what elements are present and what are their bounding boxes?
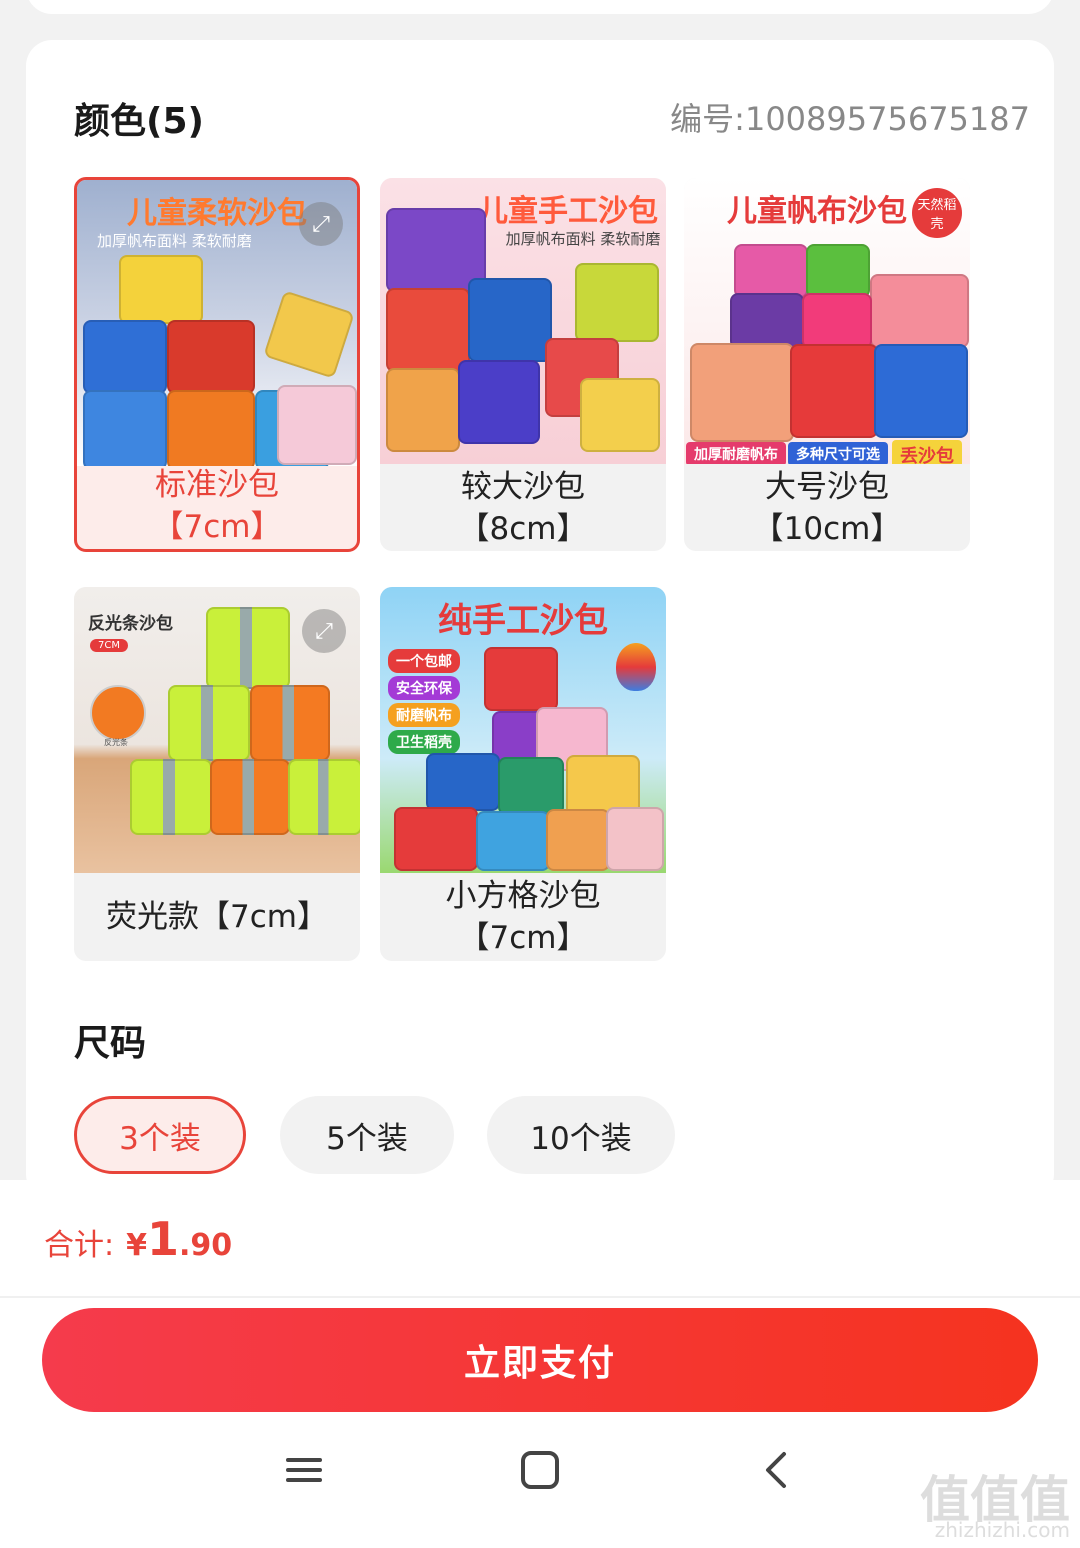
product-cube	[476, 811, 550, 871]
product-cube	[874, 344, 968, 438]
product-cube	[458, 360, 540, 444]
total-price: 合计: ¥ 1 .90	[44, 1212, 232, 1266]
color-option-checkered[interactable]: 纯手工沙包 一个包邮 安全环保 耐磨帆布 卫生稻壳 小方格沙包 【7cm】	[380, 587, 666, 961]
natural-badge: 天然稻壳	[912, 188, 962, 238]
previous-card-edge	[26, 0, 1054, 14]
product-cube	[386, 368, 460, 452]
total-label: 合计:	[44, 1228, 115, 1263]
product-cube	[386, 288, 470, 372]
product-cube	[394, 807, 478, 871]
option-thumbnail: 儿童柔软沙包 加厚帆布面料 柔软耐磨 ⤢	[77, 180, 357, 466]
pay-now-button[interactable]: 立即支付	[42, 1308, 1038, 1412]
product-cube	[83, 320, 167, 394]
feature-tag: 一个包邮	[388, 649, 460, 673]
option-label: 较大沙包 【8cm】	[458, 468, 588, 547]
size-option-10-pack[interactable]: 10个装	[487, 1096, 675, 1174]
reflective-strip-closeup	[90, 685, 146, 741]
product-cube	[606, 807, 664, 871]
product-cube	[734, 244, 808, 298]
price-integer: 1	[146, 1212, 179, 1266]
feature-tag: 耐磨帆布	[388, 703, 460, 727]
hot-air-balloon	[616, 643, 656, 691]
closeup-note: 反光条	[104, 738, 128, 747]
product-cube	[426, 753, 500, 811]
option-label: 标准沙包 【7cm】	[152, 467, 282, 545]
thumb-title: 反光条沙包	[88, 614, 173, 634]
option-thumbnail: 反光条沙包 7CM 反光条 ⤢	[74, 587, 360, 873]
color-option-standard[interactable]: 儿童柔软沙包 加厚帆布面料 柔软耐磨 ⤢ 标准沙包 【7cm】	[74, 177, 360, 552]
option-thumbnail: 纯手工沙包 一个包邮 安全环保 耐磨帆布 卫生稻壳	[380, 587, 666, 873]
color-section-title: 颜色(5)	[74, 101, 204, 142]
watermark-url: zhizhizhi.com	[934, 1518, 1070, 1542]
product-cube	[263, 290, 355, 379]
feature-tag: 多种尺寸可选	[788, 442, 888, 464]
color-option-large[interactable]: 儿童帆布沙包 天然稻壳 加厚耐磨帆布 多种尺寸可选 丢沙包 大号沙包 【10cm…	[684, 178, 970, 551]
feature-tag: 加厚耐磨帆布	[686, 442, 786, 464]
divider	[0, 1296, 1080, 1298]
product-cube	[83, 390, 167, 466]
size-option-3-pack[interactable]: 3个装	[74, 1096, 246, 1174]
product-cube	[288, 759, 360, 835]
product-cube	[210, 759, 290, 835]
feature-tag: 丢沙包	[892, 440, 962, 464]
product-cube	[575, 263, 659, 342]
thumb-subtitle: 加厚帆布面料 柔软耐磨	[505, 230, 661, 248]
size-option-5-pack[interactable]: 5个装	[280, 1096, 454, 1174]
menu-icon[interactable]	[284, 1450, 324, 1494]
thumb-title: 儿童手工沙包	[478, 194, 658, 229]
size-badge: 7CM	[90, 639, 128, 652]
product-cube	[806, 244, 870, 298]
option-thumbnail: 儿童帆布沙包 天然稻壳 加厚耐磨帆布 多种尺寸可选 丢沙包	[684, 178, 970, 464]
product-cube	[277, 385, 357, 465]
product-cube	[790, 344, 878, 438]
product-cube	[802, 293, 872, 349]
product-cube	[498, 757, 564, 815]
expand-icon[interactable]: ⤢	[302, 609, 346, 653]
product-cube	[690, 343, 794, 442]
currency-symbol: ¥	[126, 1228, 147, 1263]
product-cube	[168, 685, 250, 761]
product-cube	[130, 759, 212, 835]
feature-tag: 卫生稻壳	[388, 730, 460, 754]
home-icon[interactable]	[520, 1450, 560, 1494]
product-cube	[580, 378, 660, 452]
color-option-fluorescent[interactable]: 反光条沙包 7CM 反光条 ⤢ 荧光款【7cm】	[74, 587, 360, 961]
option-thumbnail: 儿童手工沙包 加厚帆布面料 柔软耐磨	[380, 178, 666, 464]
option-label: 荧光款【7cm】	[106, 899, 328, 935]
product-cube	[484, 647, 558, 711]
option-label: 大号沙包 【10cm】	[752, 468, 902, 547]
product-cube	[206, 607, 290, 689]
product-cube	[870, 274, 969, 348]
product-cube	[167, 320, 255, 394]
price-decimal: .90	[179, 1228, 233, 1263]
product-cube	[167, 390, 255, 466]
product-cube	[250, 685, 330, 761]
thumb-title: 纯手工沙包	[438, 601, 608, 641]
sku-code: 编号:10089575675187	[670, 100, 1030, 138]
feature-tag: 安全环保	[388, 676, 460, 700]
option-label: 小方格沙包 【7cm】	[445, 878, 601, 956]
size-section-title: 尺码	[74, 1023, 147, 1064]
back-icon[interactable]	[758, 1450, 798, 1494]
expand-icon[interactable]: ⤢	[299, 202, 343, 246]
product-cube	[546, 809, 610, 871]
product-cube	[468, 278, 552, 362]
product-cube	[730, 293, 804, 349]
color-option-larger[interactable]: 儿童手工沙包 加厚帆布面料 柔软耐磨 较大沙包 【8cm】	[380, 178, 666, 551]
product-cube	[119, 255, 203, 324]
